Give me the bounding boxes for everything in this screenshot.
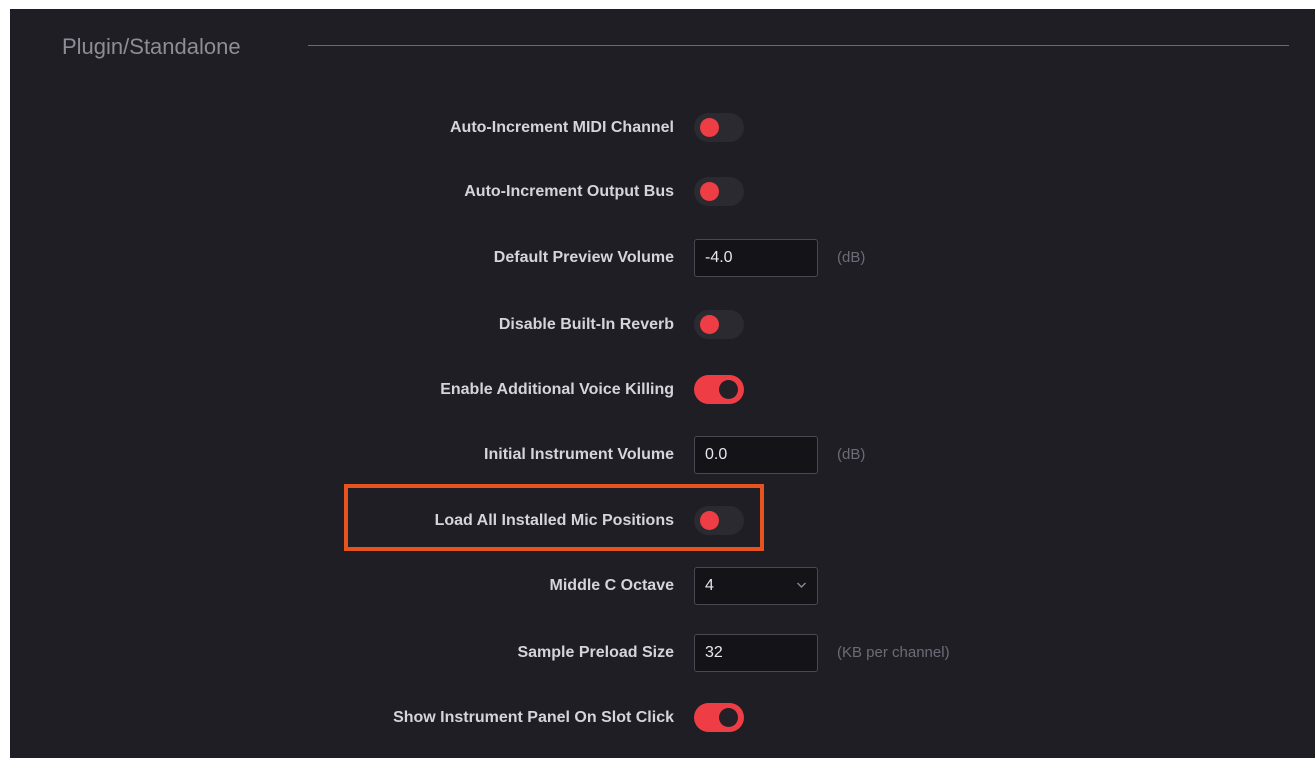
unit-label: (KB per channel) — [837, 644, 950, 661]
chevron-down-icon — [797, 582, 806, 588]
setting-row-show-instrument-panel: Show Instrument Panel On Slot Click — [10, 698, 1315, 738]
auto-increment-output-toggle[interactable] — [694, 177, 744, 206]
setting-label: Initial Instrument Volume — [484, 446, 674, 463]
toggle-knob — [719, 708, 738, 727]
setting-label: Enable Additional Voice Killing — [440, 381, 674, 398]
disable-reverb-toggle[interactable] — [694, 310, 744, 339]
section-title: Plugin/Standalone — [62, 34, 241, 59]
initial-volume-input[interactable] — [694, 436, 818, 474]
setting-row-disable-reverb: Disable Built-In Reverb — [10, 305, 1315, 345]
setting-label: Middle C Octave — [549, 577, 674, 594]
setting-row-auto-increment-midi: Auto-Increment MIDI Channel — [10, 108, 1315, 148]
select-value: 4 — [705, 577, 714, 594]
toggle-knob — [719, 380, 738, 399]
setting-row-middle-c-octave: Middle C Octave 4 — [10, 566, 1315, 606]
section-divider — [308, 45, 1289, 46]
setting-label: Disable Built-In Reverb — [498, 316, 674, 333]
voice-killing-toggle[interactable] — [694, 375, 744, 404]
preload-size-input[interactable] — [694, 634, 818, 672]
setting-row-preload-size: Sample Preload Size (KB per channel) — [10, 633, 1315, 673]
setting-label: Show Instrument Panel On Slot Click — [393, 709, 674, 726]
highlight-box — [344, 484, 764, 551]
unit-label: (dB) — [837, 446, 866, 463]
setting-label: Auto-Increment MIDI Channel — [449, 119, 674, 136]
middle-c-octave-select[interactable]: 4 — [694, 567, 818, 605]
default-preview-volume-input[interactable] — [694, 239, 818, 277]
setting-label: Default Preview Volume — [493, 249, 674, 266]
setting-row-auto-increment-output: Auto-Increment Output Bus — [10, 172, 1315, 212]
setting-row-default-preview-volume: Default Preview Volume (dB) — [10, 238, 1315, 278]
auto-increment-midi-toggle[interactable] — [694, 113, 744, 142]
unit-label: (dB) — [837, 249, 866, 266]
toggle-knob — [700, 182, 719, 201]
setting-row-voice-killing: Enable Additional Voice Killing — [10, 370, 1315, 410]
toggle-knob — [700, 315, 719, 334]
toggle-knob — [700, 118, 719, 137]
settings-panel: Plugin/Standalone Auto-Increment MIDI Ch… — [10, 9, 1315, 758]
show-instrument-panel-toggle[interactable] — [694, 703, 744, 732]
setting-label: Sample Preload Size — [517, 644, 674, 661]
setting-row-initial-volume: Initial Instrument Volume (dB) — [10, 435, 1315, 475]
setting-label: Auto-Increment Output Bus — [464, 183, 674, 200]
